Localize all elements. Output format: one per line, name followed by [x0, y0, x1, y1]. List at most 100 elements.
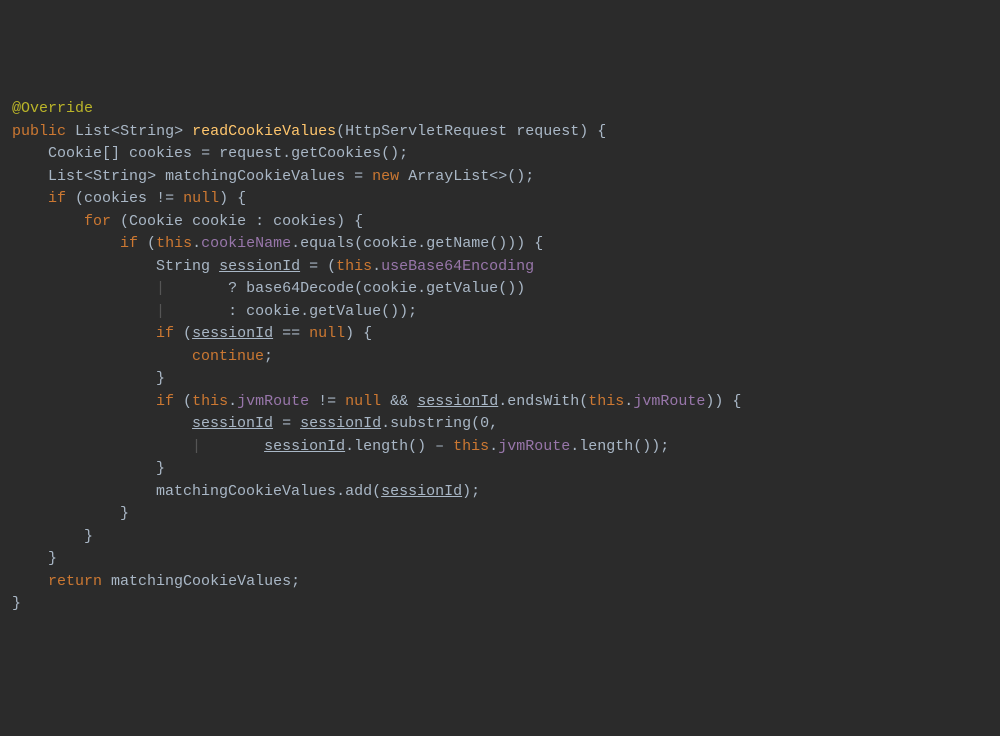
op: != [318, 393, 336, 410]
op: : [228, 303, 237, 320]
type: HttpServletRequest [345, 123, 507, 140]
op: && [390, 393, 408, 410]
code-line: | ? base64Decode(cookie.getValue()) [12, 278, 988, 301]
method-call: getValue [426, 280, 498, 297]
keyword-null: null [183, 190, 219, 207]
method-call: add [345, 483, 372, 500]
code-line: } [12, 548, 988, 571]
keyword-return: return [48, 573, 102, 590]
var: cookie [363, 280, 417, 297]
field: jvmRoute [237, 393, 309, 410]
code-line: String sessionId = (this.useBase64Encodi… [12, 256, 988, 279]
code-line: } [12, 526, 988, 549]
code-line: } [12, 593, 988, 616]
op: : [255, 213, 264, 230]
keyword-this: this [453, 438, 489, 455]
keyword-if: if [48, 190, 66, 207]
method-declaration: readCookieValues [192, 123, 336, 140]
var: cookie [192, 213, 246, 230]
keyword-null: null [345, 393, 381, 410]
local-var: sessionId [192, 415, 273, 432]
keyword-for: for [84, 213, 111, 230]
type: ArrayList [408, 168, 489, 185]
method-call: endsWith [507, 393, 579, 410]
keyword-this: this [588, 393, 624, 410]
type: String [120, 123, 174, 140]
code-line: for (Cookie cookie : cookies) { [12, 211, 988, 234]
local-var: sessionId [300, 415, 381, 432]
field: useBase64Encoding [381, 258, 534, 275]
code-line: return matchingCookieValues; [12, 571, 988, 594]
local-var: sessionId [219, 258, 300, 275]
code-line: sessionId = sessionId.substring(0, [12, 413, 988, 436]
method-call: length [579, 438, 633, 455]
op: = [201, 145, 210, 162]
local-var: sessionId [192, 325, 273, 342]
method-call: getCookies [291, 145, 381, 162]
code-line: matchingCookieValues.add(sessionId); [12, 481, 988, 504]
keyword-continue: continue [192, 348, 264, 365]
code-line: } [12, 503, 988, 526]
var: cookies [129, 145, 192, 162]
code-line: continue; [12, 346, 988, 369]
op: != [156, 190, 174, 207]
code-line: | sessionId.length() – this.jvmRoute.len… [12, 436, 988, 459]
field: jvmRoute [498, 438, 570, 455]
var: matchingCookieValues [165, 168, 345, 185]
code-line: if (this.cookieName.equals(cookie.getNam… [12, 233, 988, 256]
code-line: } [12, 458, 988, 481]
keyword-this: this [156, 235, 192, 252]
keyword-if: if [156, 393, 174, 410]
method-call: getName [426, 235, 489, 252]
type: Cookie[] [48, 145, 120, 162]
local-var: sessionId [264, 438, 345, 455]
code-line: | : cookie.getValue()); [12, 301, 988, 324]
method-call: getValue [309, 303, 381, 320]
type: String [156, 258, 210, 275]
code-editor[interactable]: @Override public List<String> readCookieV… [12, 98, 988, 616]
op: – [435, 438, 444, 455]
keyword-this: this [336, 258, 372, 275]
code-line: Cookie[] cookies = request.getCookies(); [12, 143, 988, 166]
field: jvmRoute [633, 393, 705, 410]
indent-guide: | [156, 303, 165, 320]
code-line: if (sessionId == null) { [12, 323, 988, 346]
var: matchingCookieValues [156, 483, 336, 500]
var: cookie [246, 303, 300, 320]
type: String [93, 168, 147, 185]
code-line: @Override [12, 98, 988, 121]
keyword-public: public [12, 123, 66, 140]
op: = [309, 258, 318, 275]
var: request [219, 145, 282, 162]
var: cookies [84, 190, 147, 207]
param: request [516, 123, 579, 140]
code-line: } [12, 368, 988, 391]
method-call: substring [390, 415, 471, 432]
local-var: sessionId [417, 393, 498, 410]
local-var: sessionId [381, 483, 462, 500]
code-line: if (this.jvmRoute != null && sessionId.e… [12, 391, 988, 414]
keyword-new: new [372, 168, 399, 185]
indent-guide: | [192, 438, 201, 455]
method-call: base64Decode [246, 280, 354, 297]
keyword-this: this [192, 393, 228, 410]
type: List [75, 123, 111, 140]
indent-guide: | [156, 280, 165, 297]
var: cookie [363, 235, 417, 252]
keyword-null: null [309, 325, 345, 342]
code-line: public List<String> readCookieValues(Htt… [12, 121, 988, 144]
var: matchingCookieValues [111, 573, 291, 590]
field: cookieName [201, 235, 291, 252]
type: Cookie [129, 213, 183, 230]
method-call: equals [300, 235, 354, 252]
annotation: @Override [12, 100, 93, 117]
keyword-if: if [120, 235, 138, 252]
keyword-if: if [156, 325, 174, 342]
number: 0 [480, 415, 489, 432]
method-call: length [354, 438, 408, 455]
var: cookies [273, 213, 336, 230]
op: ? [228, 280, 237, 297]
op: == [282, 325, 300, 342]
code-line: if (cookies != null) { [12, 188, 988, 211]
type: List [48, 168, 84, 185]
